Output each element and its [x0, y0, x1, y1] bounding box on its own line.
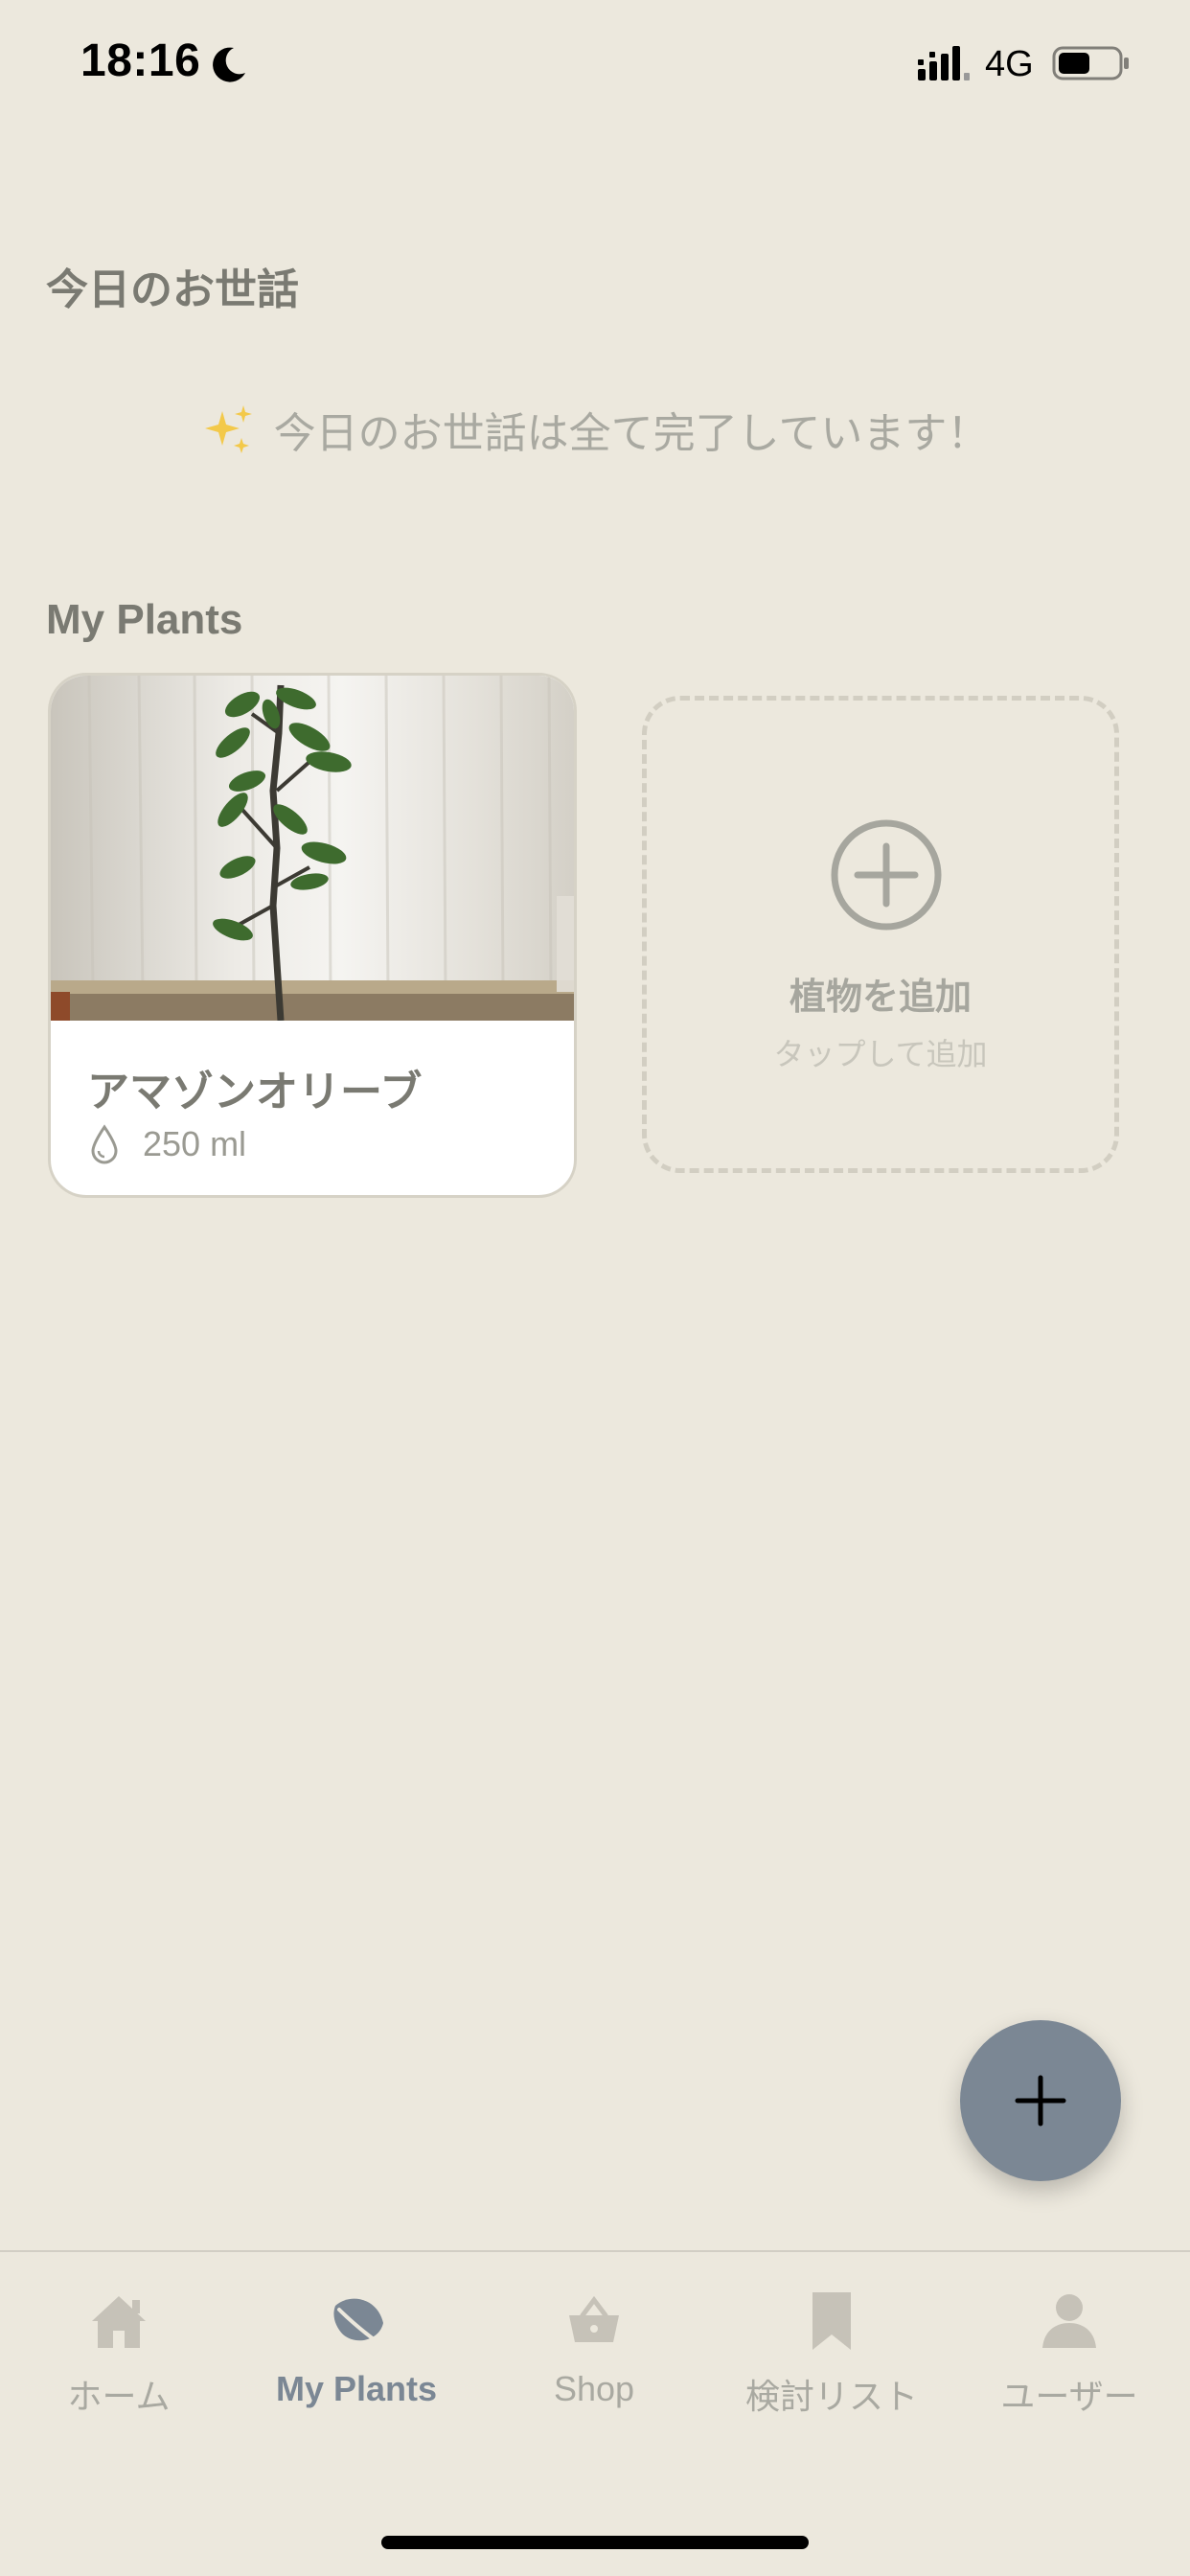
tab-wishlist[interactable]: 検討リスト	[713, 2287, 950, 2430]
network-label: 4G	[985, 44, 1034, 84]
tab-my-plants[interactable]: My Plants	[238, 2287, 475, 2430]
plant-photo	[51, 676, 574, 1021]
sparkle-icon	[204, 405, 252, 453]
drop-icon	[91, 1124, 118, 1164]
tab-shop-label: Shop	[553, 2369, 635, 2408]
plus-circle-icon	[831, 819, 942, 931]
tab-shop[interactable]: Shop	[475, 2287, 713, 2430]
basket-icon	[569, 2295, 619, 2342]
moon-icon	[213, 47, 245, 82]
status-bar: 18:16 4G	[0, 0, 1190, 125]
tab-home[interactable]: ホーム	[0, 2287, 238, 2430]
add-plant-card[interactable]: 植物を追加 タップして追加	[642, 696, 1119, 1173]
plus-icon	[1015, 2075, 1066, 2127]
app-screen: 18:16 4G 今日のお世話 今日のお世話は全て完了しています！ My Pla…	[0, 0, 1190, 2576]
home-indicator	[381, 2536, 809, 2549]
today-care-message: 今日のお世話は全て完了しています！	[0, 399, 1190, 460]
today-care-message-text: 今日のお世話は全て完了しています！	[273, 410, 990, 457]
tab-my-plants-label: My Plants	[275, 2369, 438, 2408]
tab-user-label: ユーザー	[1000, 2377, 1138, 2416]
home-icon	[92, 2296, 146, 2348]
signal-icon	[918, 46, 970, 80]
battery-icon	[1052, 46, 1129, 80]
today-care-title: 今日のお世話	[46, 266, 299, 313]
add-fab-button[interactable]	[960, 2020, 1121, 2181]
leaf-icon	[333, 2298, 387, 2350]
bookmark-icon	[812, 2292, 851, 2350]
user-icon	[1042, 2294, 1096, 2348]
tab-user[interactable]: ユーザー	[950, 2287, 1188, 2430]
tab-bar: ホーム My Plants Shop 検討リスト ユーザー	[0, 2250, 1190, 2576]
add-plant-title: 植物を追加	[789, 978, 972, 1018]
my-plants-title: My Plants	[46, 596, 243, 643]
plant-name: アマゾンオリーブ	[87, 1069, 423, 1116]
tab-wishlist-label: 検討リスト	[744, 2377, 918, 2416]
tab-home-label: ホーム	[67, 2377, 171, 2416]
status-time: 18:16	[80, 35, 201, 86]
add-plant-subtitle: タップして追加	[773, 1037, 988, 1071]
plant-water-amount: 250 ml	[143, 1124, 247, 1163]
plant-card[interactable]: アマゾンオリーブ 250 ml	[48, 673, 577, 1198]
